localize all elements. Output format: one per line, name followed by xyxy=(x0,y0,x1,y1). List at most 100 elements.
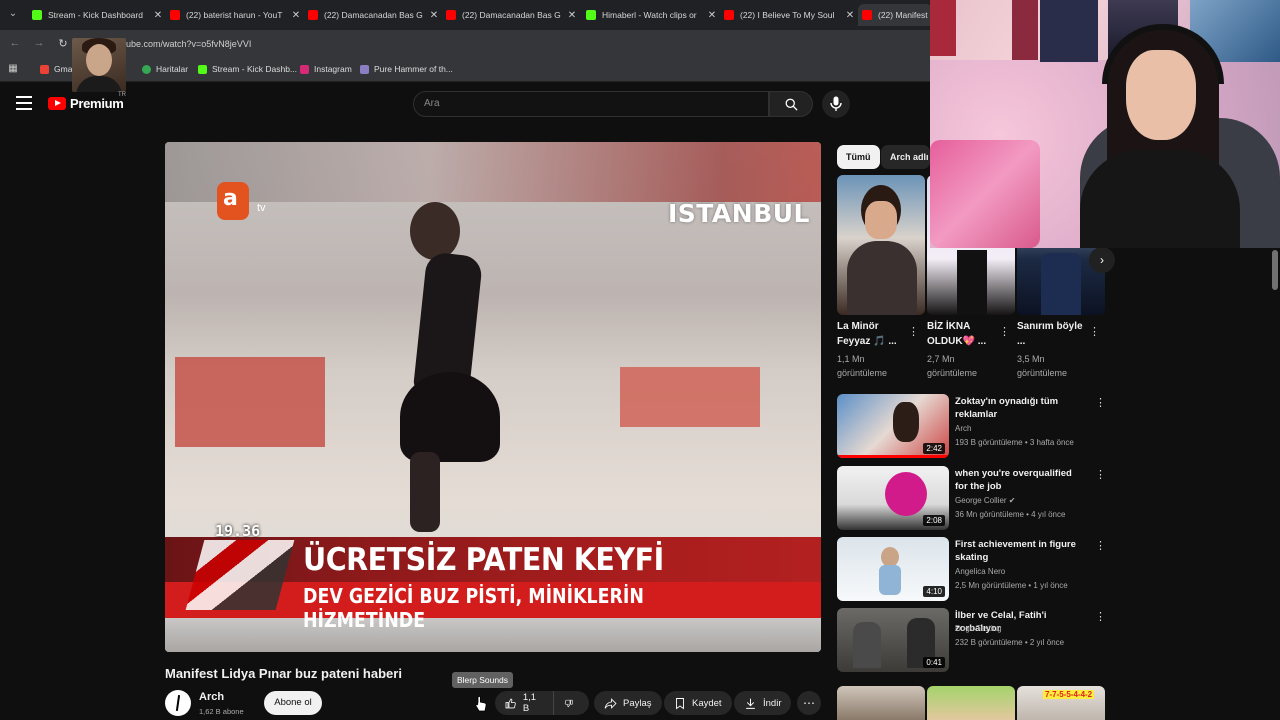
video-thumbnail[interactable]: 0:41 xyxy=(837,608,949,672)
browser-tab-active[interactable]: (22) Manifest L xyxy=(858,4,932,26)
short-title[interactable]: La Minör Feyyaz 🎵 ... xyxy=(837,319,913,349)
browser-tab[interactable]: Stream - Kick Dashboard ✕ xyxy=(28,4,164,26)
browser-tab[interactable]: Himaberl - Watch clips or ✕ xyxy=(582,4,718,26)
close-icon[interactable]: ✕ xyxy=(706,10,718,21)
video-clock: 19.36 xyxy=(215,522,261,540)
page-scrollbar[interactable] xyxy=(1272,250,1278,290)
video-thumbnail[interactable]: 2:08 xyxy=(837,466,949,530)
short-thumbnail[interactable] xyxy=(837,175,925,315)
subscriber-count: 1,62 B abone xyxy=(199,707,244,716)
chip-all[interactable]: Tümü xyxy=(837,145,880,169)
bookmark-instagram[interactable]: Instagram xyxy=(300,64,352,74)
recommendation-item[interactable]: 4:10 First achievement in figure skating… xyxy=(837,537,1117,605)
more-vertical-icon[interactable]: ⋮ xyxy=(1089,325,1100,338)
mouse-cursor-icon xyxy=(475,696,487,712)
thumbnail-caption: 7-7-5-5-4-4-2 xyxy=(1043,690,1095,699)
more-vertical-icon[interactable]: ⋮ xyxy=(908,325,919,338)
video-thumbnail[interactable]: 4:10 xyxy=(837,537,949,601)
bookmark-hammer[interactable]: Pure Hammer of th... xyxy=(360,64,453,74)
channel-avatar[interactable] xyxy=(165,690,191,716)
share-icon xyxy=(604,697,617,709)
youtube-play-icon xyxy=(48,97,66,110)
forward-icon[interactable]: → xyxy=(32,37,46,51)
chip-channel[interactable]: Arch adlı xyxy=(881,145,930,169)
tooltip: Blerp Sounds xyxy=(452,672,514,688)
recommendation-item[interactable]: 2:08 when you're overqualified for the j… xyxy=(837,466,1117,534)
search-icon xyxy=(785,98,798,111)
youtube-icon xyxy=(170,10,180,20)
dislike-button[interactable] xyxy=(553,691,589,715)
close-icon[interactable]: ✕ xyxy=(566,10,578,21)
short-thumbnail[interactable] xyxy=(927,686,1015,720)
close-icon[interactable]: ✕ xyxy=(428,10,440,21)
apps-grid-icon[interactable]: ▦ xyxy=(6,63,20,77)
short-title[interactable]: BİZ İKNA OLDUK💖 ... xyxy=(927,319,1003,349)
recommendation-meta: 193 B görüntüleme • 3 hafta önce xyxy=(955,438,1074,447)
search-input[interactable]: Ara xyxy=(413,91,769,117)
more-vertical-icon[interactable]: ⋮ xyxy=(1095,468,1106,481)
video-thumbnail[interactable]: 2:42 xyxy=(837,394,949,458)
bookmark-gmail[interactable]: Gmail xyxy=(40,64,76,74)
search-button[interactable] xyxy=(769,91,813,117)
recommendation-meta: 36 Mn görüntüleme • 4 yıl önce xyxy=(955,510,1066,519)
recommendation-channel[interactable]: George Collier ✔ xyxy=(955,496,1016,505)
channel-name[interactable]: Arch xyxy=(199,691,224,703)
reload-icon[interactable]: ↻ xyxy=(56,37,70,51)
youtube-logo[interactable]: Premium TR xyxy=(48,92,126,111)
video-title: Manifest Lidya Pınar buz pateni haberi xyxy=(165,666,402,681)
kick-icon xyxy=(198,64,207,74)
news-emblem xyxy=(185,540,295,610)
gmail-icon xyxy=(40,64,49,74)
more-vertical-icon[interactable]: ⋮ xyxy=(999,325,1010,338)
browser-tab[interactable]: (22) baterist harun - YouT ✕ xyxy=(166,4,302,26)
short-views: 2,7 Mn görüntüleme xyxy=(927,354,978,378)
video-skater-figure xyxy=(380,202,500,532)
close-icon[interactable]: ✕ xyxy=(152,10,164,21)
more-horizontal-icon: ⋯ xyxy=(803,696,815,710)
bookmark-icon xyxy=(360,64,369,74)
recommendation-title[interactable]: First achievement in figure skating xyxy=(955,538,1085,564)
youtube-icon xyxy=(724,10,734,20)
close-icon[interactable]: ✕ xyxy=(290,10,302,21)
chevron-right-icon[interactable]: › xyxy=(1089,247,1115,273)
short-title[interactable]: Sanırım böyle ... xyxy=(1017,319,1093,349)
download-button[interactable]: İndir xyxy=(734,691,792,715)
voice-search-button[interactable] xyxy=(822,90,850,118)
like-button[interactable]: 1,1 B xyxy=(495,691,553,715)
menu-icon[interactable] xyxy=(16,96,32,110)
recommendation-meta: 232 B görüntüleme • 2 yıl önce xyxy=(955,638,1065,647)
url-field[interactable]: ube.com/watch?v=o5fvN8jeVVI xyxy=(126,39,251,49)
browser-tab[interactable]: (22) I Believe To My Soul ✕ xyxy=(720,4,856,26)
recommendation-title[interactable]: Zoktay'ın oynadığı tüm reklamlar xyxy=(955,395,1085,421)
short-thumbnail[interactable]: 7-7-5-5-4-4-2 xyxy=(1017,686,1105,720)
bookmark-maps[interactable]: Haritalar xyxy=(142,64,188,74)
kick-icon xyxy=(32,10,42,20)
more-actions-button[interactable]: ⋯ xyxy=(797,691,821,715)
save-button[interactable]: Kaydet xyxy=(664,691,732,715)
recommendation-item[interactable]: 0:41 İlber ve Celal, Fatih'i zorbalıyor … xyxy=(837,608,1117,676)
microphone-icon xyxy=(830,96,842,111)
recommendation-meta: 2,5 Mn görüntüleme • 1 yıl önce xyxy=(955,581,1068,590)
more-vertical-icon[interactable]: ⋮ xyxy=(1095,610,1106,623)
tab-search-icon[interactable]: ⌄ xyxy=(6,8,20,22)
video-player[interactable]: a tv ISTANBUL 19.36 ÜCRETSİZ PATEN KEYFİ… xyxy=(165,142,821,652)
browser-tab[interactable]: (22) Damacanadan Bas G ✕ xyxy=(442,4,578,26)
kick-icon xyxy=(586,10,596,20)
browser-tab[interactable]: (22) Damacanadan Bas G ✕ xyxy=(304,4,440,26)
youtube-icon xyxy=(308,10,318,20)
recommendation-channel[interactable]: Angelica Nero xyxy=(955,567,1005,576)
recommendation-item[interactable]: 2:42 Zoktay'ın oynadığı tüm reklamlar Ar… xyxy=(837,394,1117,462)
bookmark-icon xyxy=(676,697,684,709)
recommendation-channel[interactable]: Arch xyxy=(955,424,971,433)
share-button[interactable]: Paylaş xyxy=(594,691,662,715)
recommendation-title[interactable]: when you're overqualified for the job xyxy=(955,467,1085,493)
back-icon[interactable]: ← xyxy=(8,37,22,51)
youtube-icon xyxy=(862,10,872,20)
close-icon[interactable]: ✕ xyxy=(844,10,856,21)
subscribe-button[interactable]: Abone ol xyxy=(264,691,322,715)
recommendation-channel[interactable]: Dogu Testing xyxy=(955,624,1002,633)
short-thumbnail[interactable] xyxy=(837,686,925,720)
more-vertical-icon[interactable]: ⋮ xyxy=(1095,539,1106,552)
more-vertical-icon[interactable]: ⋮ xyxy=(1095,396,1106,409)
bookmark-kick[interactable]: Stream - Kick Dashb... xyxy=(198,64,297,74)
